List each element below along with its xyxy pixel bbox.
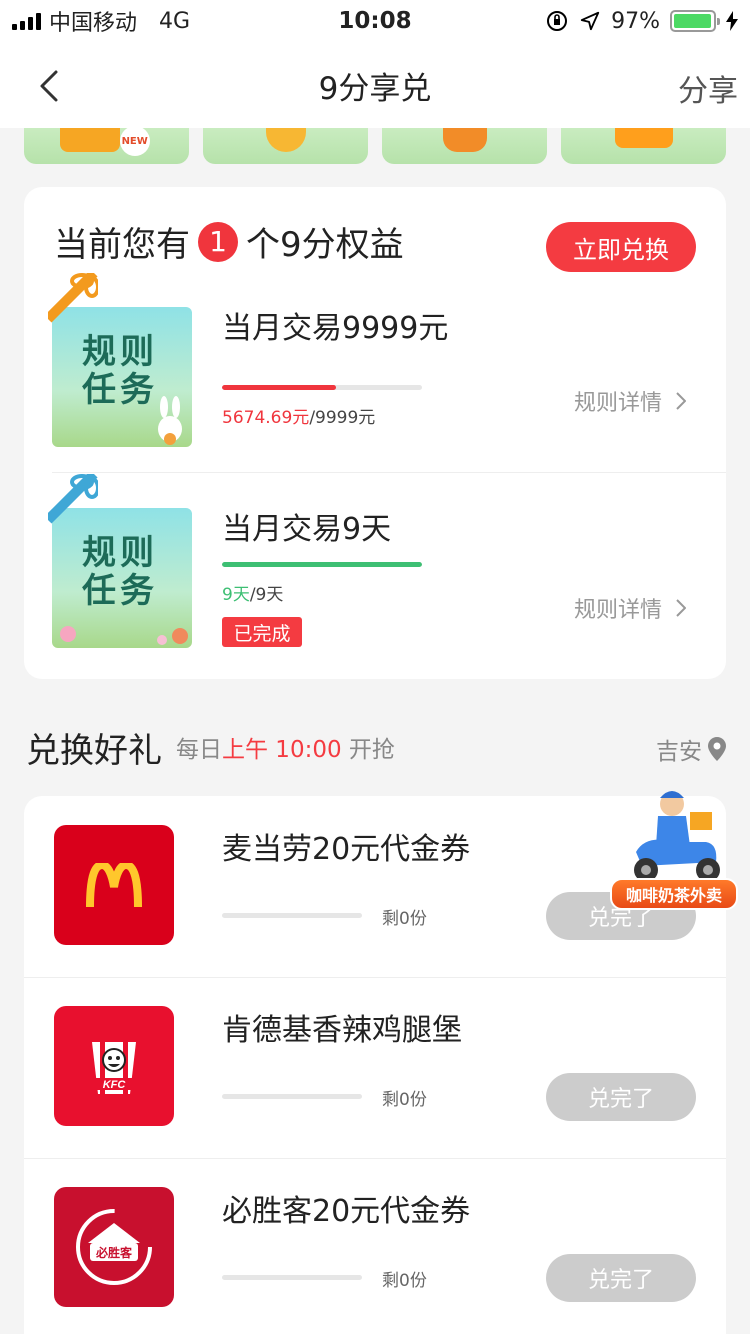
kfc-logo-icon: KFC [54, 1006, 174, 1126]
thumb-line-1: 规则 [82, 332, 158, 372]
battery-icon [670, 10, 720, 32]
page-title: 9分享兑 [318, 70, 432, 107]
gift-name: 麦当劳20元代金券 [222, 832, 471, 867]
rule-detail-link[interactable]: 规则详情 [574, 385, 686, 417]
gift-remaining: 剩0份 [382, 1271, 427, 1291]
mcdonalds-logo-icon [54, 825, 174, 945]
nav-bar: 9分享兑 分享 [0, 42, 750, 128]
task-progress-fill [222, 562, 422, 567]
gift-item[interactable]: 必胜客 必胜客20元代金券 剩0份 兑完了 [24, 1158, 726, 1334]
chevron-right-icon [676, 392, 686, 410]
section-title: 兑换好礼 [26, 730, 162, 771]
back-chevron-icon[interactable] [32, 66, 72, 106]
task-thumbnail: 规则 任务 [52, 508, 192, 648]
status-badge: 已完成 [222, 617, 302, 647]
task-progress-bar [222, 562, 422, 567]
rights-count-badge: 1 [198, 221, 238, 262]
progress-current: 5674.69元 [222, 408, 310, 428]
delivery-scooter-icon [634, 791, 720, 882]
sub-suffix: 开抢 [348, 737, 395, 763]
sub-highlight: 上午 10:00 [222, 737, 342, 763]
orientation-lock-icon [547, 11, 568, 31]
network-type: 4G [159, 8, 191, 34]
rule-detail-link[interactable]: 规则详情 [574, 592, 686, 624]
rule-detail-label: 规则详情 [573, 598, 662, 623]
status-bar: 中国移动 4G 10:08 97% [0, 0, 750, 42]
charging-icon [726, 11, 738, 31]
svg-text:KFC: KFC [103, 1079, 127, 1091]
coffee-tea-delivery-float[interactable]: 咖啡奶茶外卖 [606, 782, 742, 914]
task-title: 当月交易9天 [222, 512, 392, 547]
task-progress-text: 9天/9天 [222, 580, 283, 605]
progress-current: 9天 [222, 585, 250, 605]
gift-progress-bar [222, 913, 362, 918]
battery-percent: 97% [611, 8, 660, 34]
task-title: 当月交易9999元 [222, 311, 449, 346]
gift-ribbon-icon [48, 273, 98, 323]
rights-card: 当前您有 1 个9分权益 立即兑换 规则 任务 当月交易9999元 5674.6… [24, 187, 726, 679]
location-pin-icon [708, 737, 726, 761]
share-button[interactable]: 分享 [678, 66, 738, 110]
task-progress-text: 5674.69元/9999元 [222, 403, 375, 428]
battery-fill [674, 14, 711, 28]
gift-progress-bar [222, 1275, 362, 1280]
progress-total: /9天 [249, 585, 284, 605]
gift-item[interactable]: KFC 肯德基香辣鸡腿堡 剩0份 兑完了 [24, 977, 726, 1158]
sub-prefix: 每日 [176, 737, 222, 763]
flower-icon [60, 626, 188, 645]
rights-prefix: 当前您有 [54, 225, 190, 265]
task-item[interactable]: 规则 任务 当月交易9天 9天/9天 已完成 规则详情 [24, 474, 726, 688]
banner-tile[interactable]: NEW [24, 128, 189, 164]
progress-total: /9999元 [309, 408, 376, 428]
gift-name: 必胜客20元代金券 [222, 1194, 471, 1229]
rights-heading: 当前您有 1 个9分权益 [54, 217, 404, 266]
rabbit-icon [158, 396, 182, 445]
location-selector[interactable]: 吉安 [656, 732, 726, 766]
sold-out-button[interactable]: 兑完了 [546, 1073, 696, 1121]
banner-tile[interactable] [382, 128, 547, 164]
task-item[interactable]: 规则 任务 当月交易9999元 5674.69元/9999元 规则详情 [24, 273, 726, 487]
task-progress-bar [222, 385, 422, 390]
location-name: 吉安 [656, 739, 702, 765]
banner-tiles: NEW [24, 128, 726, 164]
thumb-line-1: 规则 [82, 533, 158, 573]
rights-suffix: 个9分权益 [246, 225, 404, 265]
section-subtitle: 每日上午 10:00 开抢 [176, 730, 395, 764]
sold-out-button[interactable]: 兑完了 [546, 1254, 696, 1302]
float-badge-label: 咖啡奶茶外卖 [610, 878, 738, 910]
thumb-line-2: 任务 [82, 571, 158, 611]
task-thumbnail: 规则 任务 [52, 307, 192, 447]
rule-detail-label: 规则详情 [573, 391, 662, 416]
gifts-section-header: 兑换好礼 每日上午 10:00 开抢 吉安 [26, 722, 726, 772]
banner-tile[interactable] [561, 128, 726, 164]
signal-icon [12, 12, 41, 30]
divider [52, 472, 726, 473]
new-badge-icon: NEW [119, 128, 150, 156]
pizzahut-logo-text: 必胜客 [95, 1245, 133, 1260]
gift-remaining: 剩0份 [382, 909, 427, 929]
task-progress-fill [222, 385, 336, 390]
thumb-line-2: 任务 [82, 370, 158, 410]
gift-ribbon-icon [48, 474, 98, 524]
gift-name: 肯德基香辣鸡腿堡 [222, 1013, 462, 1048]
gift-remaining: 剩0份 [382, 1090, 427, 1110]
redeem-now-button[interactable]: 立即兑换 [546, 222, 696, 272]
pizzahut-logo-icon: 必胜客 [54, 1187, 174, 1307]
banner-tile[interactable] [203, 128, 368, 164]
carrier-name: 中国移动 [49, 11, 138, 36]
gift-progress-bar [222, 1094, 362, 1099]
location-arrow-icon [580, 11, 600, 31]
chevron-right-icon [676, 599, 686, 617]
